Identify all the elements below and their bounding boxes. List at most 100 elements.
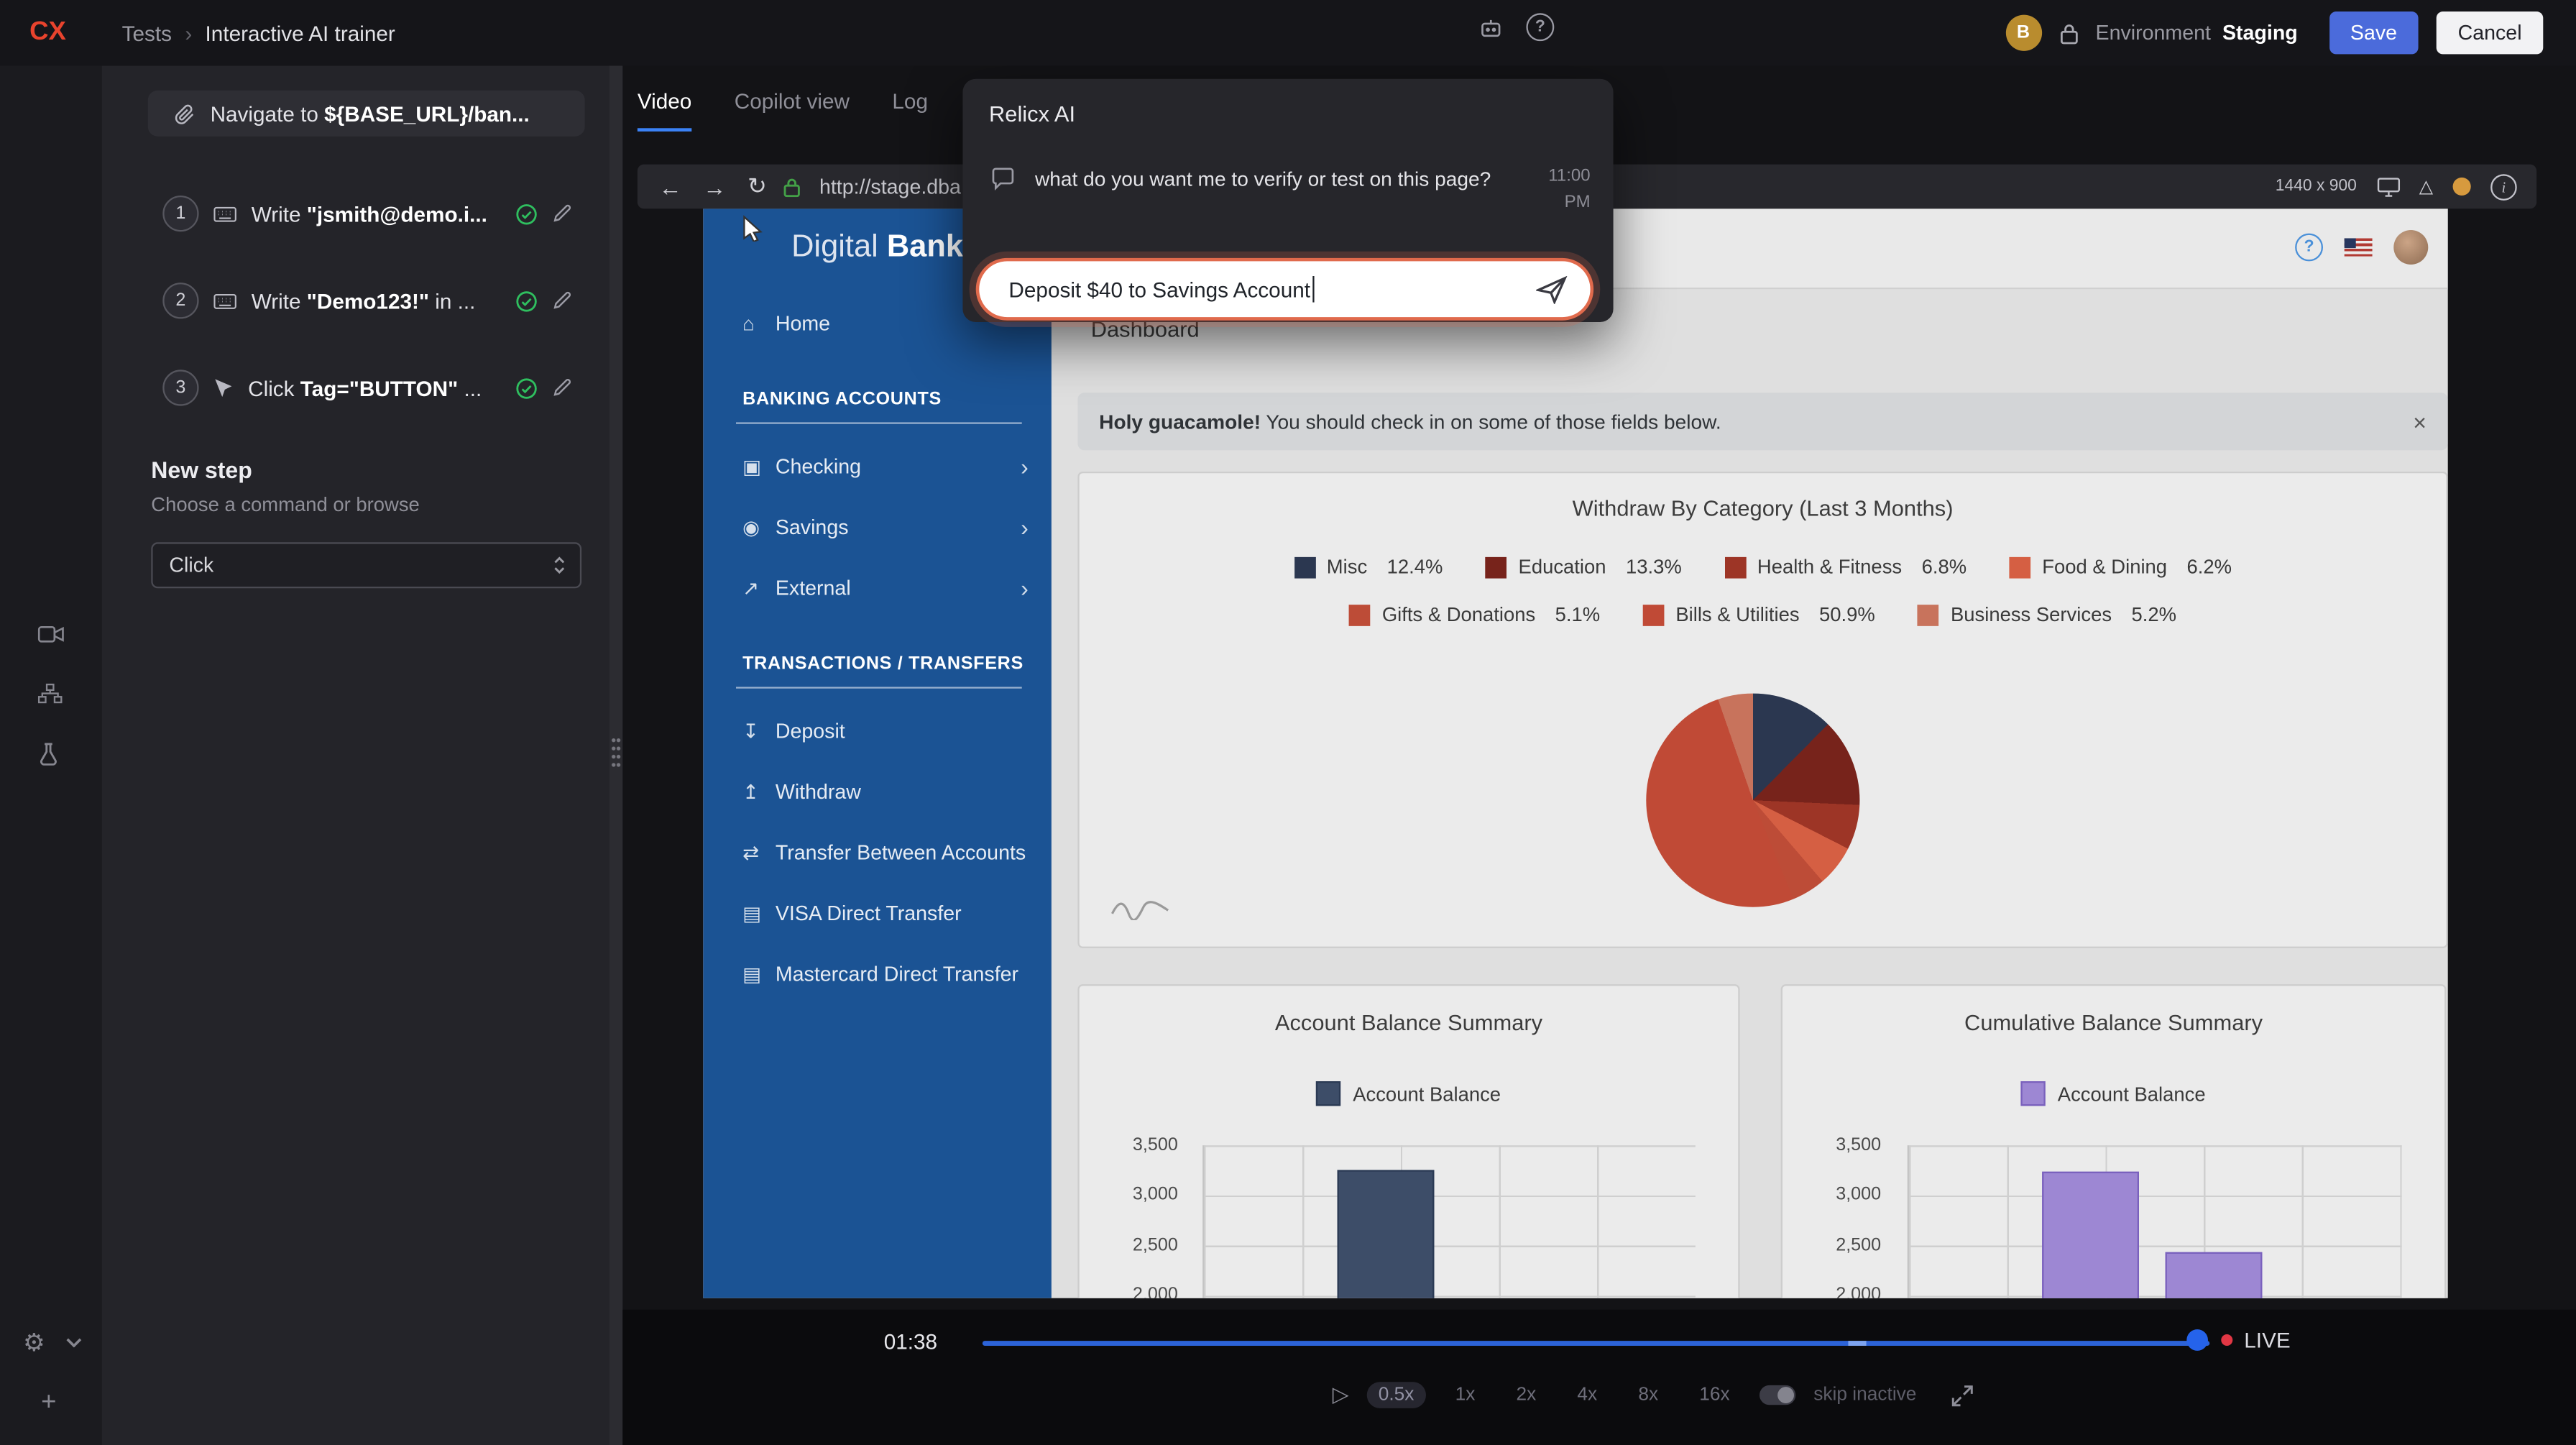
new-step-command-select[interactable]: Click (151, 542, 581, 588)
step-success-icon (516, 377, 538, 399)
y-tick: 3,500 (1112, 1135, 1177, 1155)
language-flag-icon[interactable] (2345, 238, 2373, 256)
sitemap-icon[interactable] (38, 682, 63, 705)
assistant-input-value: Deposit $40 to Savings Account (1008, 277, 1310, 301)
edit-step-icon[interactable] (552, 378, 571, 398)
y-tick: 2,500 (1112, 1236, 1177, 1255)
tab-copilot-view[interactable]: Copilot view (735, 88, 850, 131)
refresh-icon[interactable]: ↻ (748, 173, 767, 201)
bank-nav-external[interactable]: ↗ External › (703, 572, 1052, 605)
drag-handle[interactable] (611, 736, 621, 769)
tab-log[interactable]: Log (892, 88, 928, 131)
progress-knob[interactable] (2186, 1329, 2208, 1351)
main-area: Video Copilot view Log ← → ↻ http://stag… (622, 65, 2576, 1445)
chat-bubble-icon (990, 168, 1015, 191)
speed-16x[interactable]: 16x (1688, 1382, 1741, 1408)
cumulative-balance-card: Cumulative Balance Summary Account Balan… (1781, 984, 2447, 1298)
bank-nav-visa-transfer[interactable]: ▤ VISA Direct Transfer (703, 897, 1052, 930)
legend-swatch (1349, 604, 1371, 625)
bank-section-banking-accounts: BANKING ACCOUNTS (742, 390, 942, 409)
cursor-click-icon (213, 377, 233, 399)
url-lock-icon (783, 177, 800, 196)
chevron-down-icon[interactable] (65, 1338, 82, 1348)
bar-plot (1908, 1145, 2402, 1298)
tab-video[interactable]: Video (638, 88, 691, 131)
bank-user-avatar[interactable] (2393, 230, 2428, 265)
speed-1x[interactable]: 1x (1444, 1382, 1487, 1408)
robot-icon[interactable] (1478, 16, 1503, 39)
left-icon-rail: ⚙ + (0, 65, 102, 1445)
breadcrumb-separator-icon: › (185, 21, 192, 45)
legend-swatch (2021, 1081, 2046, 1106)
bar-chart-title: Account Balance Summary (1080, 1011, 1739, 1035)
progress-bar[interactable] (983, 1341, 2209, 1346)
play-icon[interactable]: ▷ (1333, 1382, 1349, 1408)
save-button[interactable]: Save (2329, 12, 2419, 54)
bank-nav-checking[interactable]: ▣ Checking › (703, 450, 1052, 483)
legend-item: Misc12.4% (1294, 556, 1443, 579)
step-3-label: Click Tag="BUTTON" ... (248, 375, 482, 400)
withdraw-pie-chart (1646, 694, 1859, 907)
chevron-right-icon: › (1021, 514, 1029, 541)
bar (1338, 1170, 1435, 1298)
user-avatar[interactable]: B (2005, 15, 2041, 51)
bar (2042, 1171, 2139, 1298)
alert-close-icon[interactable]: × (2413, 408, 2426, 435)
edit-step-icon[interactable] (552, 291, 571, 311)
flask-icon[interactable] (38, 743, 60, 766)
viewport-resolution: 1440 x 900 (2276, 178, 2357, 196)
fullscreen-icon[interactable] (1951, 1385, 1972, 1406)
help-icon[interactable]: ? (1526, 13, 1554, 41)
video-frame: Digital Bank ⌂ Home BANKING ACCOUNTS ▣ C… (703, 208, 2447, 1298)
new-step-title: New step (151, 457, 252, 483)
add-icon[interactable]: + (41, 1388, 56, 1418)
step-1[interactable]: 1 Write "jsmith@demo.i... (148, 191, 585, 237)
video-camera-icon[interactable] (38, 625, 65, 644)
step-3[interactable]: 3 Click Tag="BUTTON" ... (148, 364, 585, 410)
recording-dot-icon[interactable] (2453, 178, 2471, 196)
speed-0.5x[interactable]: 0.5x (1367, 1382, 1426, 1408)
step-number: 1 (162, 196, 198, 231)
edit-step-icon[interactable] (552, 203, 571, 223)
external-icon: ↗ (742, 577, 776, 600)
y-tick: 3,000 (1112, 1185, 1177, 1204)
info-icon[interactable]: i (2490, 173, 2517, 200)
gear-icon[interactable]: ⚙ (23, 1328, 45, 1357)
skip-inactive-toggle[interactable] (1760, 1385, 1795, 1405)
step-navigate[interactable]: Navigate to ${BASE_URL}/ban... (148, 91, 585, 137)
relicx-ai-popup: Relicx AI what do you want me to verify … (962, 79, 1613, 322)
bank-nav-transfer[interactable]: ⇄ Transfer Between Accounts (703, 836, 1052, 869)
pie-chart-title: Withdraw By Category (Last 3 Months) (1080, 496, 2447, 520)
back-icon[interactable]: ← (659, 173, 682, 200)
chevron-right-icon: › (1021, 454, 1029, 480)
forward-icon[interactable]: → (703, 173, 726, 200)
breadcrumb-tests[interactable]: Tests (122, 21, 172, 45)
speed-8x[interactable]: 8x (1627, 1382, 1670, 1408)
sparkline-icon (1109, 891, 1172, 920)
step-1-label: Write "jsmith@demo.i... (252, 201, 487, 226)
assistant-input[interactable]: Deposit $40 to Savings Account (976, 258, 1593, 321)
browser-bar-right: 1440 x 900 △ i (2276, 173, 2517, 200)
send-icon[interactable] (1536, 275, 1567, 303)
legend-item: Bills & Utilities50.9% (1643, 603, 1875, 626)
monitor-icon[interactable] (2376, 177, 2399, 196)
bank-nav-deposit[interactable]: ↧ Deposit (703, 715, 1052, 748)
pointer-triangle-icon[interactable]: △ (2419, 176, 2433, 198)
bank-nav-mastercard-transfer[interactable]: ▤ Mastercard Direct Transfer (703, 958, 1052, 991)
skip-inactive-label: skip inactive (1813, 1385, 1916, 1405)
popup-title: Relicx AI (989, 102, 1075, 127)
url-field[interactable]: http://stage.dba (819, 175, 961, 198)
speed-2x[interactable]: 2x (1504, 1382, 1547, 1408)
speed-4x[interactable]: 4x (1565, 1382, 1609, 1408)
step-2[interactable]: 2 Write "Demo123!" in ... (148, 277, 585, 324)
topbar-center-icons: ? (1478, 13, 1554, 41)
cancel-button[interactable]: Cancel (2437, 12, 2543, 54)
bank-help-icon[interactable]: ? (2295, 234, 2323, 262)
select-chevrons-icon (552, 556, 567, 575)
bank-nav-withdraw[interactable]: ↥ Withdraw (703, 776, 1052, 809)
legend-item: Food & Dining6.2% (2010, 556, 2232, 579)
environment-value[interactable]: Staging (2222, 22, 2298, 45)
pie-legend-row-1: Misc12.4% Education13.3% Health & Fitnes… (1080, 556, 2447, 579)
bank-nav-savings[interactable]: ◉ Savings › (703, 511, 1052, 544)
panel-resize-divider[interactable] (610, 65, 622, 1445)
